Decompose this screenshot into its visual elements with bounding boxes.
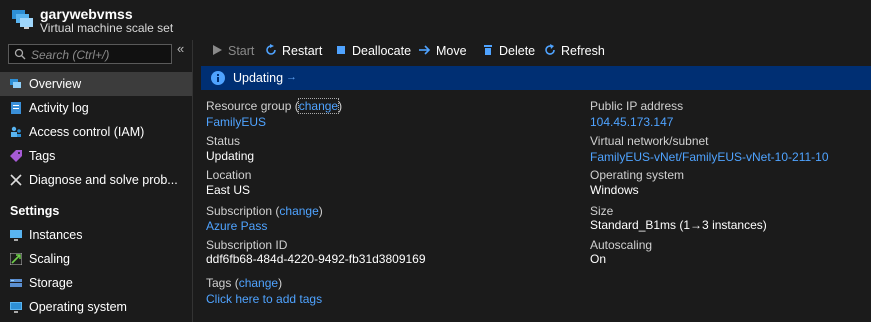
subscription-change-link[interactable]: change [279,204,318,218]
subscription-id-value: ddf6fb68-484d-4220-9492-fb31d3809169 [206,252,426,266]
tags-label: Tags (change) [206,276,283,290]
sidebar-item-label: Scaling [29,252,70,266]
status-banner[interactable]: Updating → [201,66,871,90]
storage-icon [10,279,22,287]
sidebar-item-overview[interactable]: Overview [0,72,192,96]
search-input[interactable] [31,47,167,62]
stop-icon [337,46,345,54]
sidebar-item-activity-log[interactable]: Activity log [0,96,192,120]
sidebar-item-diagnose[interactable]: Diagnose and solve prob... [0,168,192,192]
info-icon [211,71,225,85]
wrench-icon [10,174,22,186]
page-subtitle: Virtual machine scale set [40,21,174,35]
command-bar: Start Restart Deallocate Move Delete Ref… [194,40,871,62]
public-ip-value[interactable]: 104.45.173.147 [590,115,673,129]
sidebar-item-label: Instances [29,228,83,242]
sidebar-item-label: Activity log [29,101,89,115]
search-icon [14,48,26,60]
add-tags-link[interactable]: Click here to add tags [206,292,322,306]
sidebar-item-tags[interactable]: Tags [0,144,192,168]
activity-log-icon [11,102,21,114]
scaling-icon [10,253,22,265]
status-value: Updating [206,149,255,163]
section-header-settings: Settings [10,204,60,218]
arrow-right-icon [419,45,431,55]
tags-change-link[interactable]: change [239,276,278,290]
size-value: Standard_B1ms (1→3 instances) [590,218,767,232]
page-title: garywebvmss [40,6,133,22]
title-bar: garywebvmss Virtual machine scale set [0,0,871,40]
trash-icon [484,45,492,55]
access-control-icon [11,126,21,137]
subscription-label: Subscription (change) [206,204,323,218]
refresh-icon [545,44,555,55]
location-value: East US [206,183,251,197]
sidebar-item-label: Storage [29,276,73,290]
os-icon [10,302,22,313]
subscription-value[interactable]: Azure Pass [206,219,267,233]
overview-icon [10,79,21,88]
collapse-sidebar-icon[interactable]: « [177,41,184,56]
resource-group-change-link[interactable]: change [297,98,340,114]
banner-text: Updating [233,71,284,85]
location-label: Location [206,168,252,182]
arrow-right-icon: → [286,71,297,83]
autoscaling-value: On [590,252,607,266]
os-value: Windows [590,183,639,197]
sidebar-item-storage[interactable]: Storage [0,271,192,295]
vnet-value[interactable]: FamilyEUS-vNet/FamilyEUS-vNet-10-211-10 [590,150,829,164]
sidebar-item-label: Tags [29,149,56,163]
subscription-id-label: Subscription ID [206,238,288,252]
autoscaling-label: Autoscaling [590,238,653,252]
resource-group-label: Resource group (change) [206,98,343,114]
restart-icon [266,44,276,55]
resource-group-value[interactable]: FamilyEUS [206,115,266,129]
sidebar-item-label: Operating system [29,300,127,314]
sidebar-item-instances[interactable]: Instances [0,223,192,247]
status-label: Status [206,134,241,148]
play-icon [213,45,222,55]
vnet-label: Virtual network/subnet [590,134,709,148]
public-ip-label: Public IP address [590,99,684,113]
sidebar-item-label: Access control (IAM) [29,125,145,139]
sidebar-item-scaling[interactable]: Scaling [0,247,192,271]
sidebar-item-operating-system[interactable]: Operating system [0,295,192,319]
size-label: Size [590,204,614,218]
os-label: Operating system [590,168,685,182]
search-box[interactable] [8,44,172,64]
instances-icon [10,230,22,241]
sidebar: « Overview Activity log Access control (… [0,40,193,322]
sidebar-item-label: Diagnose and solve prob... [29,173,178,187]
tag-icon [10,150,22,162]
vmss-icon [12,10,33,29]
sidebar-item-label: Overview [29,77,82,91]
sidebar-item-access-control[interactable]: Access control (IAM) [0,120,192,144]
